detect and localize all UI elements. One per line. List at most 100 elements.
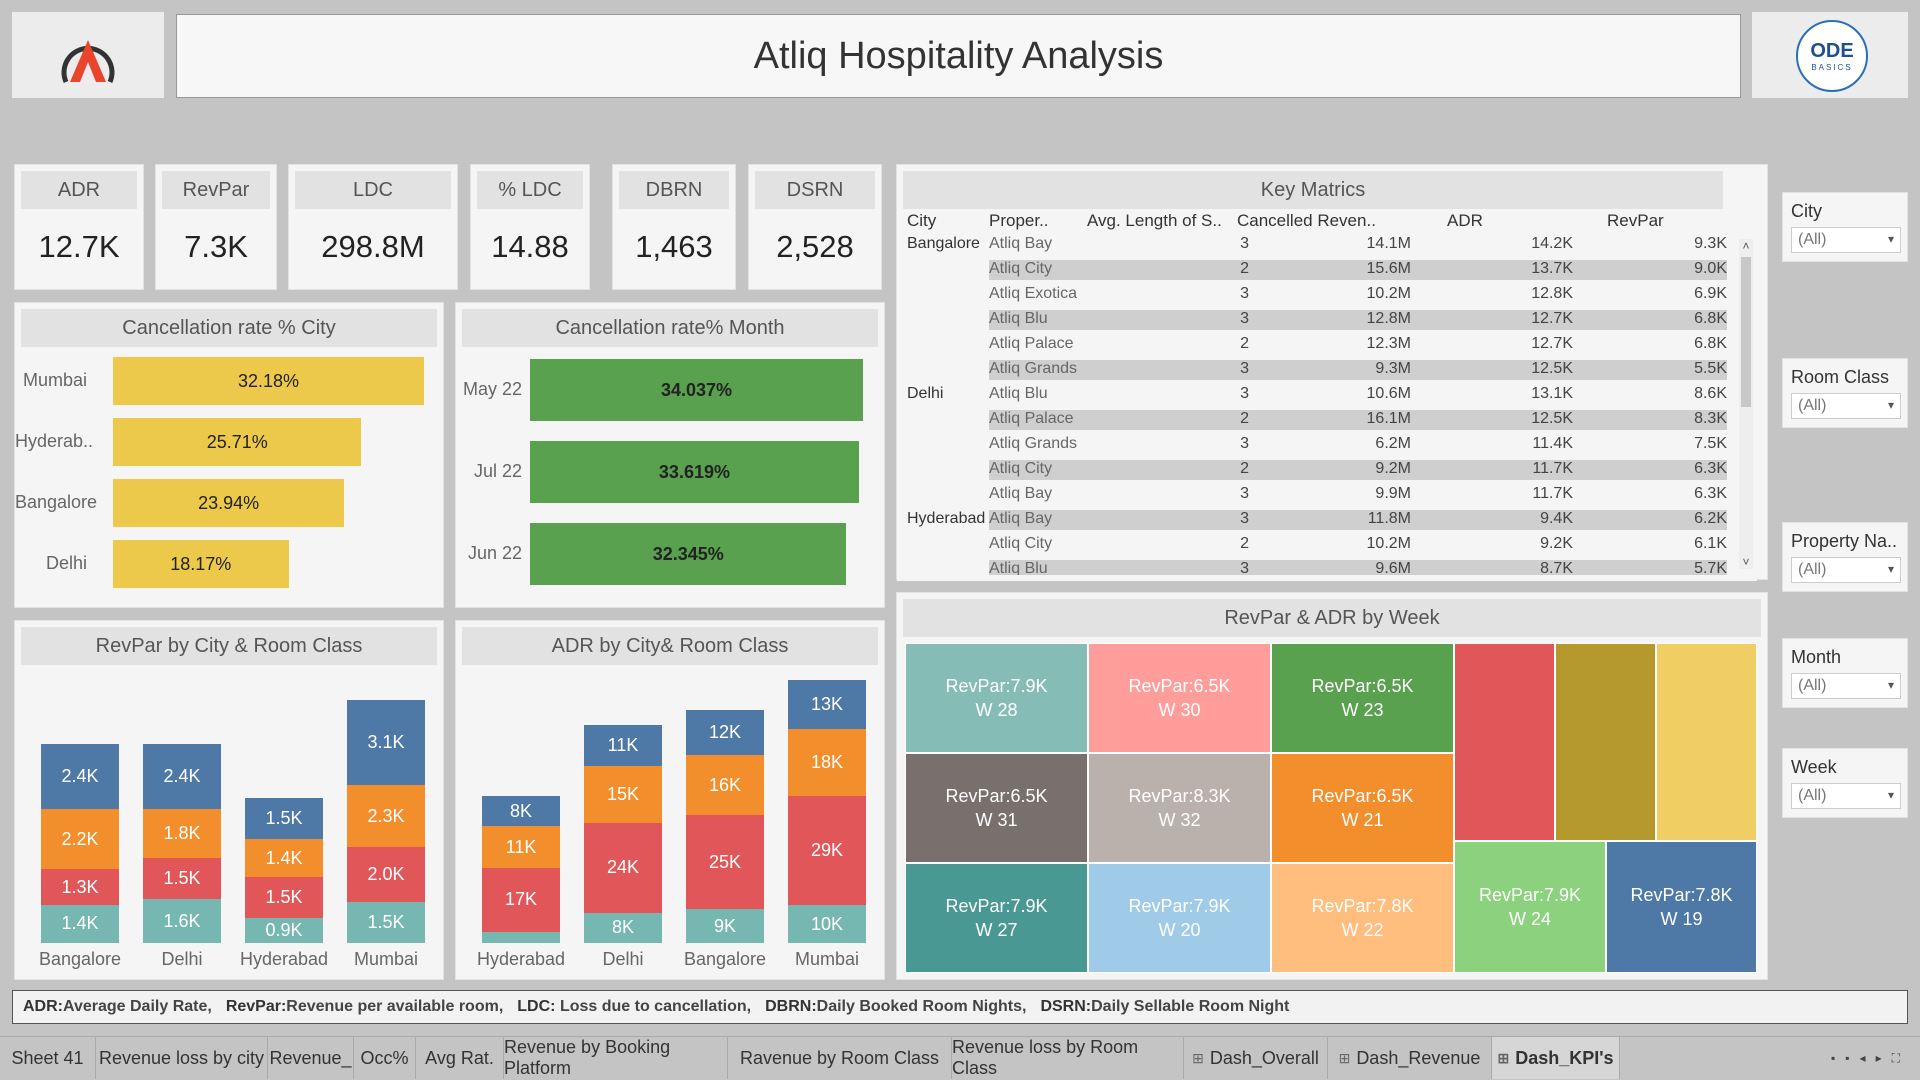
revpar-chart-title: RevPar by City & Room Class [21,627,437,665]
bar[interactable]: 34.037% [530,359,863,421]
treemap-tile[interactable]: RevPar:6.5K W 21 [1271,753,1454,863]
scrollbar-thumb[interactable] [1741,257,1751,407]
bar-segment[interactable] [482,931,560,943]
filter-dropdown[interactable]: (All) ▾ [1791,673,1901,699]
table-header[interactable]: ADR [1447,211,1547,231]
bar-segment[interactable]: 12K [686,709,764,755]
filter-dropdown[interactable]: (All) ▾ [1791,393,1901,419]
treemap-tile[interactable]: RevPar:8.3K W 32 [1088,753,1271,863]
bar-segment[interactable]: 13K [788,679,866,729]
table-header[interactable]: Cancelled Reven.. [1237,211,1387,231]
bar-segment[interactable]: 1.3K [41,869,119,905]
table-header[interactable]: City [907,211,987,231]
bar-segment[interactable]: 15K [584,766,662,823]
table-cell[interactable]: 8.3K [897,410,1727,428]
sheet-tab[interactable]: Revenue loss by city [96,1037,268,1079]
table-cell[interactable]: 5.5K [897,360,1727,378]
bar-segment[interactable]: 1.5K [347,902,425,943]
table-cell[interactable]: 9.3K [897,235,1727,253]
bar-segment[interactable]: 0.9K [245,918,323,943]
bar[interactable]: 33.619% [530,441,859,503]
bar-segment[interactable]: 2.2K [41,809,119,870]
treemap-tile[interactable]: RevPar:7.9K W 20 [1088,863,1271,973]
x-axis-label: Mumbai [353,949,419,969]
bar-segment[interactable]: 11K [584,724,662,767]
table-scrollbar[interactable]: ˄ ˅ [1739,239,1753,569]
legend-desc: Average Daily Rate, [63,998,212,1015]
table-cell[interactable]: 6.8K [897,310,1727,328]
bar-segment[interactable]: 1.5K [245,877,323,919]
filter-dropdown[interactable]: (All) ▾ [1791,227,1901,253]
sheet-tab[interactable]: Avg Rat. [416,1037,504,1079]
bar-segment[interactable]: 17K [482,867,560,932]
treemap-tile[interactable]: RevPar:6.5K W 30 [1088,643,1271,753]
table-header[interactable]: Proper.. [989,211,1085,231]
bar-segment[interactable]: 1.8K [143,809,221,859]
bar-segment[interactable]: 29K [788,796,866,906]
sheet-tab[interactable]: Revenue_ [268,1037,354,1079]
sheet-tab[interactable]: Revenue by Booking Platform [504,1037,728,1079]
bar-segment[interactable]: 1.5K [143,858,221,900]
bar[interactable]: 25.71% [113,418,362,466]
treemap-tile[interactable]: RevPar:7.9K W 27 [905,863,1088,973]
table-cell[interactable]: 6.3K [897,460,1727,478]
bar-category-label: Mumbai [22,370,87,390]
bar[interactable]: 32.345% [530,523,847,585]
table-cell[interactable]: 6.3K [897,485,1727,503]
table-cell[interactable]: 6.8K [897,335,1727,353]
treemap-tile[interactable]: RevPar:6.5K W 31 [905,753,1088,863]
bar-segment[interactable]: 1.5K [245,798,323,840]
scroll-down-icon[interactable]: ˅ [1739,555,1753,569]
table-cell[interactable]: 8.6K [897,385,1727,403]
tab-nav-icons[interactable]: ▪▪◂▸⛶ [1831,1051,1910,1066]
sheet-tab[interactable]: Occ% [354,1037,416,1079]
bar-segment[interactable]: 24K [584,822,662,913]
table-cell[interactable]: 6.2K [897,510,1727,528]
bar-segment[interactable]: 18K [788,728,866,797]
treemap-tile[interactable]: RevPar:7.8K W 22 [1271,863,1454,973]
sheet-tab[interactable]: Sheet 41 [0,1037,96,1079]
sheet-tab[interactable]: ⊞ Dash_Revenue [1328,1037,1492,1079]
bar-segment[interactable]: 3.1K [347,700,425,785]
sheet-tab[interactable]: ⊞ Dash_Overall [1184,1037,1328,1079]
treemap-tile[interactable] [1454,643,1555,841]
bar-segment[interactable]: 1.4K [41,904,119,943]
sheet-tab[interactable]: Ravenue by Room Class [728,1037,952,1079]
filter-dropdown[interactable]: (All) ▾ [1791,557,1901,583]
treemap-tile[interactable]: RevPar:7.9K W 24 [1454,841,1606,973]
table-header[interactable]: Avg. Length of S.. [1087,211,1237,231]
filter-dropdown[interactable]: (All) ▾ [1791,783,1901,809]
bar-segment[interactable]: 10K [788,905,866,943]
bar-segment[interactable]: 8K [482,796,560,827]
x-axis-label: Delhi [602,949,644,969]
table-cell[interactable]: 6.1K [897,535,1727,553]
treemap-tile[interactable]: RevPar:7.9K W 28 [905,643,1088,753]
bar-segment[interactable]: 2.0K [347,847,425,903]
bar-segment[interactable]: 9K [686,909,764,943]
scroll-up-icon[interactable]: ˄ [1739,239,1753,253]
tab-label: Revenue_ [269,1047,352,1068]
bar[interactable]: 32.18% [113,357,424,405]
treemap-tile[interactable] [1555,643,1656,841]
bar[interactable]: 23.94% [113,479,345,527]
bar-segment[interactable]: 2.4K [41,743,119,810]
bar-segment[interactable]: 16K [686,755,764,816]
table-cell[interactable]: 7.5K [897,435,1727,453]
sheet-tab[interactable]: ⊞ Dash_KPI's [1492,1037,1620,1079]
bar-segment[interactable]: 2.3K [347,784,425,848]
treemap-tile[interactable] [1656,643,1757,841]
bar-segment[interactable]: 25K [686,815,764,910]
bar[interactable]: 18.17% [113,540,289,588]
bar-segment[interactable]: 11K [482,826,560,868]
bar-segment[interactable]: 1.4K [245,839,323,878]
table-header[interactable]: RevPar [1607,211,1705,231]
table-cell[interactable]: 6.9K [897,285,1727,303]
legend-desc: Daily Booked Room Nights, [816,998,1027,1015]
sheet-tab[interactable]: Revenue loss by Room Class [952,1037,1184,1079]
treemap-tile[interactable]: RevPar:7.8K W 19 [1606,841,1757,973]
bar-segment[interactable]: 2.4K [143,743,221,810]
bar-segment[interactable]: 8K [584,912,662,943]
treemap-tile[interactable]: RevPar:6.5K W 23 [1271,643,1454,753]
table-cell[interactable]: 9.0K [897,260,1727,278]
bar-segment[interactable]: 1.6K [143,899,221,943]
